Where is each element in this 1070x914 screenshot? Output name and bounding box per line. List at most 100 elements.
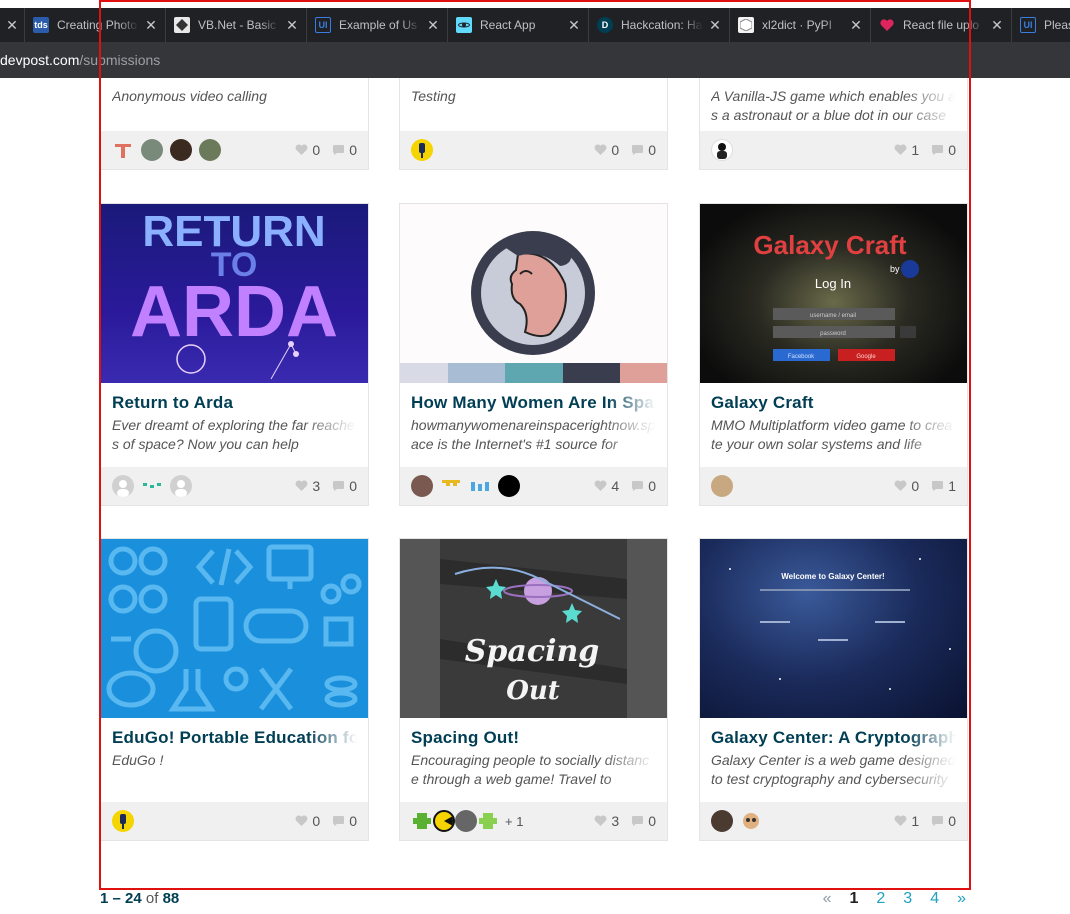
avatar[interactable] bbox=[170, 475, 192, 497]
page-link-3[interactable]: 3 bbox=[903, 890, 912, 908]
project-title[interactable]: EduGo! Portable Education for bbox=[112, 727, 357, 749]
like-count[interactable]: 3 bbox=[295, 478, 320, 494]
team-members bbox=[411, 139, 582, 161]
tab-strip: ✕ tds Creating Photo ✕ VB.Net - Basic ✕ UI E… bbox=[0, 8, 1070, 42]
browser-tab[interactable]: VB.Net - Basic ✕ bbox=[165, 8, 306, 42]
project-footer: 0 1 bbox=[700, 467, 967, 505]
like-count[interactable]: 0 bbox=[295, 142, 320, 158]
heart-icon bbox=[594, 480, 607, 491]
comment-icon bbox=[333, 481, 345, 491]
avatar[interactable] bbox=[433, 810, 455, 832]
page-link-4[interactable]: 4 bbox=[930, 890, 939, 908]
project-title[interactable]: Spacing Out! bbox=[411, 727, 656, 749]
avatar[interactable] bbox=[112, 139, 134, 161]
tab-favicon bbox=[738, 17, 754, 33]
project-footer: 4 0 bbox=[400, 467, 667, 505]
project-card[interactable]: Galaxy Craft by Log In username / email … bbox=[699, 203, 968, 506]
project-title[interactable]: Galaxy Craft bbox=[711, 392, 956, 414]
like-count[interactable]: 1 bbox=[894, 142, 919, 158]
browser-tab[interactable]: tds Creating Photo ✕ bbox=[24, 8, 165, 42]
avatar[interactable] bbox=[411, 810, 433, 832]
project-card[interactable]: How Many Women Are In Space howmanywomen… bbox=[399, 203, 668, 506]
avatar[interactable] bbox=[455, 810, 477, 832]
like-count[interactable]: 3 bbox=[594, 813, 619, 829]
avatar[interactable] bbox=[711, 139, 733, 161]
project-title[interactable]: How Many Women Are In Space bbox=[411, 392, 656, 414]
close-icon[interactable]: ✕ bbox=[0, 8, 24, 42]
project-footer: 1 0 bbox=[700, 802, 967, 840]
close-icon[interactable]: ✕ bbox=[566, 17, 582, 34]
like-count[interactable]: 4 bbox=[594, 478, 619, 494]
project-card[interactable]: Spacing Out Spacing Out! Encouraging peo… bbox=[399, 538, 668, 841]
tab-title: VB.Net - Basic bbox=[198, 18, 277, 32]
avatar[interactable] bbox=[112, 810, 134, 832]
project-footer: 3 0 bbox=[101, 467, 368, 505]
browser-tab[interactable]: D Hackcation: Ha ✕ bbox=[588, 8, 729, 42]
project-thumbnail[interactable] bbox=[101, 539, 368, 718]
avatar[interactable] bbox=[170, 139, 192, 161]
address-bar[interactable]: devpost.com/submissions bbox=[0, 42, 1070, 78]
avatar[interactable] bbox=[740, 810, 762, 832]
avatar[interactable] bbox=[411, 475, 433, 497]
page-link-1[interactable]: 1 bbox=[849, 890, 858, 908]
extra-members-count[interactable]: + 1 bbox=[505, 814, 523, 829]
avatar[interactable] bbox=[199, 139, 221, 161]
project-thumbnail[interactable] bbox=[400, 204, 667, 383]
browser-tab[interactable]: xl2dict · PyPI ✕ bbox=[729, 8, 870, 42]
project-title[interactable]: Return to Arda bbox=[112, 392, 357, 414]
project-footer: + 1 3 0 bbox=[400, 802, 667, 840]
comment-count[interactable]: 0 bbox=[332, 142, 357, 158]
like-count[interactable]: 0 bbox=[594, 142, 619, 158]
prev-page-button[interactable]: « bbox=[823, 890, 832, 908]
like-count[interactable]: 1 bbox=[894, 813, 919, 829]
avatar[interactable] bbox=[711, 475, 733, 497]
close-icon[interactable]: ✕ bbox=[143, 17, 159, 34]
comment-count[interactable]: 0 bbox=[931, 142, 956, 158]
browser-tab[interactable]: React file uplo ✕ bbox=[870, 8, 1011, 42]
like-count[interactable]: 0 bbox=[295, 813, 320, 829]
comment-count[interactable]: 1 bbox=[931, 478, 956, 494]
avatar[interactable] bbox=[498, 475, 520, 497]
results-of: of bbox=[145, 890, 159, 907]
tab-favicon bbox=[879, 17, 895, 33]
avatar[interactable] bbox=[469, 475, 491, 497]
avatar[interactable] bbox=[112, 475, 134, 497]
avatar[interactable] bbox=[440, 475, 462, 497]
close-icon[interactable]: ✕ bbox=[989, 17, 1005, 34]
comment-icon bbox=[632, 145, 644, 155]
comment-count[interactable]: 0 bbox=[332, 813, 357, 829]
close-icon[interactable]: ✕ bbox=[284, 17, 300, 34]
comment-count[interactable]: 0 bbox=[631, 813, 656, 829]
address-path: /submissions bbox=[79, 52, 161, 68]
project-thumbnail[interactable]: RETURN TO ARDA bbox=[101, 204, 368, 383]
avatar[interactable] bbox=[711, 810, 733, 832]
browser-tab[interactable]: React App ✕ bbox=[447, 8, 588, 42]
browser-tab[interactable]: UI Example of Us ✕ bbox=[306, 8, 447, 42]
page-link-2[interactable]: 2 bbox=[876, 890, 885, 908]
comment-icon bbox=[333, 145, 345, 155]
tab-title: Hackcation: Ha bbox=[621, 18, 703, 32]
avatar[interactable] bbox=[141, 475, 163, 497]
project-card[interactable]: RETURN TO ARDA Return to Arda Ever dream… bbox=[100, 203, 369, 506]
browser-tab[interactable]: UI Pleas bbox=[1011, 8, 1070, 42]
avatar[interactable] bbox=[411, 139, 433, 161]
close-icon[interactable]: ✕ bbox=[848, 17, 864, 34]
next-page-button[interactable]: » bbox=[957, 890, 966, 908]
project-thumbnail[interactable]: Galaxy Craft by Log In username / email … bbox=[700, 204, 967, 383]
comment-count[interactable]: 0 bbox=[631, 478, 656, 494]
close-icon[interactable]: ✕ bbox=[425, 17, 441, 34]
thumb-facebook: Facebook bbox=[788, 354, 815, 360]
avatar[interactable] bbox=[477, 810, 499, 832]
project-card[interactable]: EduGo! Portable Education for EduGo ! 0 … bbox=[100, 538, 369, 841]
project-title[interactable]: Galaxy Center: A Cryptography bbox=[711, 727, 956, 749]
project-thumbnail[interactable]: Welcome to Galaxy Center! bbox=[700, 539, 967, 718]
comment-count[interactable]: 0 bbox=[631, 142, 656, 158]
close-icon[interactable]: ✕ bbox=[707, 17, 723, 34]
comment-count[interactable]: 0 bbox=[931, 813, 956, 829]
comment-count[interactable]: 0 bbox=[332, 478, 357, 494]
project-card[interactable]: Welcome to Galaxy Center! Galaxy Center:… bbox=[699, 538, 968, 841]
like-count[interactable]: 0 bbox=[894, 478, 919, 494]
project-thumbnail[interactable]: Spacing Out bbox=[400, 539, 667, 718]
avatar[interactable] bbox=[141, 139, 163, 161]
heart-icon bbox=[894, 480, 907, 491]
